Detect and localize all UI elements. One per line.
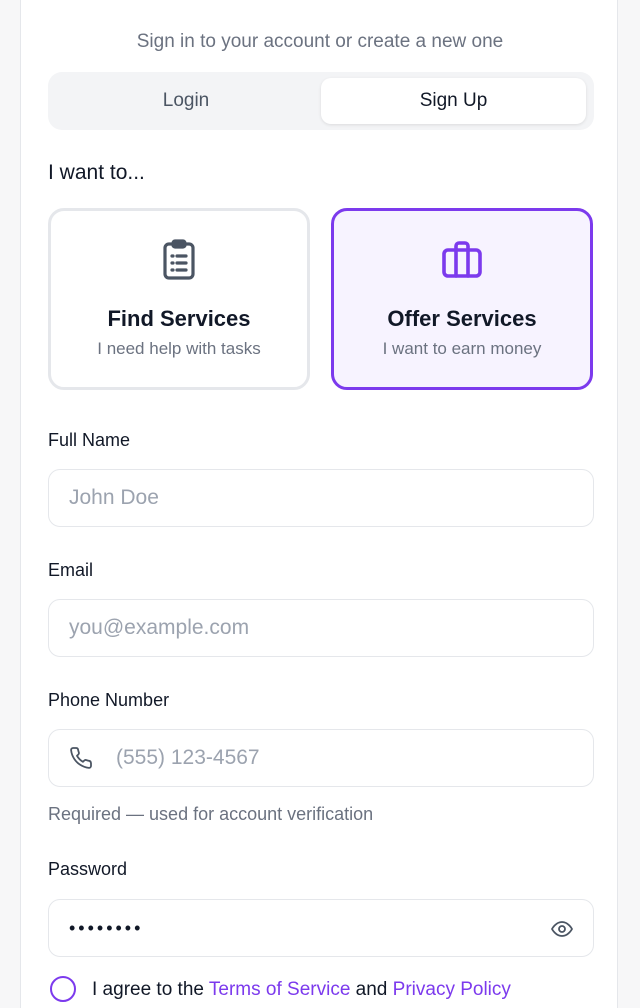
terms-prefix: I agree to the — [92, 979, 204, 1000]
terms-checkbox[interactable] — [50, 976, 76, 1002]
full-name-label: Full Name — [48, 430, 131, 450]
role-description-find: I need help with tasks — [97, 339, 261, 358]
terms-row: I agree to the Terms of Service and Priv… — [48, 976, 608, 1006]
eye-icon[interactable] — [549, 917, 575, 941]
terms-and: and — [355, 979, 388, 1000]
tab-signup[interactable]: Sign Up — [321, 78, 586, 124]
auth-subtitle: Sign in to your account or create a new … — [136, 31, 504, 52]
full-name-field — [48, 469, 594, 527]
role-description-offer: I want to earn money — [382, 339, 542, 358]
clipboard-list-icon — [163, 239, 195, 280]
phone-helper-text: Required — used for account verification — [48, 804, 374, 824]
role-option-find-services[interactable]: Find Services I need help with tasks — [48, 208, 310, 390]
password-field — [48, 899, 594, 957]
password-label: Password — [48, 859, 128, 879]
auth-card: Sign in to your account or create a new … — [20, 0, 618, 1008]
password-input[interactable] — [69, 900, 529, 956]
phone-field — [48, 729, 594, 787]
tab-login[interactable]: Login — [54, 78, 318, 124]
role-heading: I want to... — [48, 161, 145, 184]
role-title-find: Find Services — [107, 306, 251, 331]
email-label: Email — [48, 560, 94, 580]
phone-label: Phone Number — [48, 690, 170, 710]
phone-input[interactable] — [116, 730, 576, 786]
terms-of-service-link[interactable]: Terms of Service — [209, 979, 350, 1000]
role-option-offer-services[interactable]: Offer Services I want to earn money — [331, 208, 593, 390]
email-field — [48, 599, 594, 657]
full-name-input[interactable] — [69, 470, 569, 526]
role-title-offer: Offer Services — [387, 306, 537, 331]
briefcase-icon — [442, 241, 482, 278]
email-input[interactable] — [69, 600, 569, 656]
privacy-policy-link[interactable]: Privacy Policy — [393, 979, 511, 1000]
terms-text: I agree to the Terms of Service and Priv… — [92, 979, 511, 1001]
phone-icon — [70, 747, 92, 769]
auth-tabs: Login Sign Up — [48, 72, 594, 130]
